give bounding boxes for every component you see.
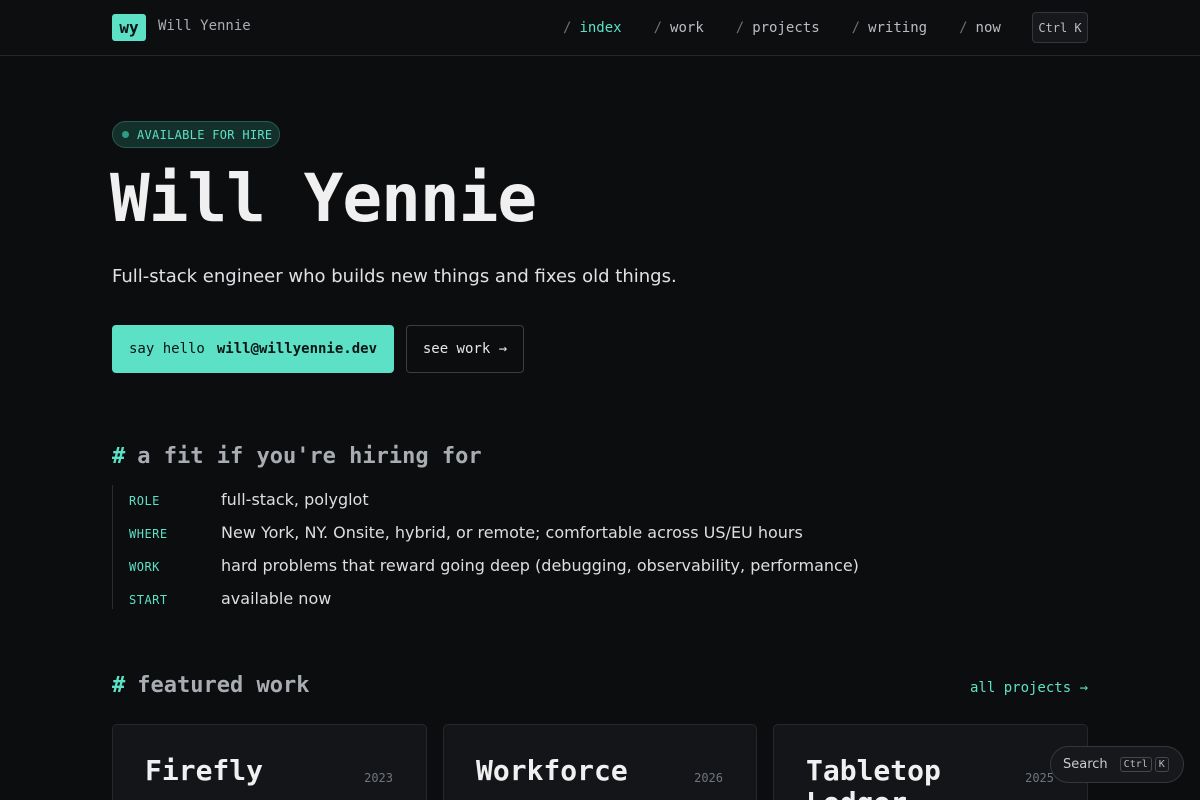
nav-item-label: work (670, 20, 704, 36)
fit-row-where: WHERE New York, NY. Onsite, hybrid, or r… (113, 521, 873, 543)
shortcut-key-ctrl: Ctrl (1119, 757, 1152, 772)
fit-key: WORK (129, 560, 160, 574)
fit-row-work: WORK hard problems that reward going dee… (113, 554, 873, 576)
nav-item-writing[interactable]: / writing (852, 20, 927, 36)
fit-row-role: ROLE full-stack, polyglot (113, 488, 873, 510)
hash-mark: # (112, 444, 126, 469)
site-header: wy Will Yennie / index / work / projects / w… (0, 0, 1200, 56)
nav-separator: / (563, 20, 572, 36)
fit-heading-label: a fit if you're hiring for (137, 444, 482, 469)
say-hello-label: say hello (129, 341, 205, 357)
availability-badge-label: AVAILABLE FOR HIRE (137, 127, 273, 142)
nav-item-label: writing (868, 20, 928, 36)
nav-item-now[interactable]: / now (959, 20, 1001, 36)
featured-heading-label: featured work (137, 673, 310, 698)
project-card-year: 2023 (364, 771, 393, 785)
availability-badge: AVAILABLE FOR HIRE (112, 121, 280, 148)
project-card-year: 2025 (1025, 771, 1054, 785)
hash-mark: # (112, 673, 126, 698)
fit-value: hard problems that reward going deep (de… (221, 556, 859, 575)
nav-item-index[interactable]: / index (563, 20, 622, 36)
fit-list: ROLE full-stack, polyglot WHERE New York… (112, 485, 872, 609)
project-card-firefly[interactable]: Firefly 2023 (112, 724, 427, 800)
project-card-title: Firefly (145, 754, 264, 787)
logo[interactable]: wy (112, 14, 146, 41)
nav-item-label: now (975, 20, 1001, 36)
project-card-title: Tabletop Ledger (806, 754, 941, 800)
fit-heading: # a fit if you're hiring for (112, 444, 482, 469)
search-button[interactable]: Search Ctrl K (1050, 746, 1184, 783)
main-nav: / index / work / projects / writing / now (563, 20, 1033, 36)
project-card-workforce[interactable]: Workforce 2026 (443, 724, 757, 800)
fit-value: New York, NY. Onsite, hybrid, or remote;… (221, 523, 803, 542)
status-dot-icon (122, 131, 129, 138)
fit-value: available now (221, 589, 332, 608)
tagline: Full-stack engineer who builds new thing… (112, 266, 677, 287)
see-work-button[interactable]: see work → (406, 325, 524, 373)
site-name[interactable]: Will Yennie (158, 18, 251, 34)
all-projects-link[interactable]: all projects → (970, 680, 1088, 696)
fit-key: WHERE (129, 527, 168, 541)
project-card-tabletop-ledger[interactable]: Tabletop Ledger 2025 (773, 724, 1088, 800)
featured-heading: # featured work (112, 673, 309, 698)
say-hello-button[interactable]: say hello will@willyennie.dev (112, 325, 394, 373)
fit-key: ROLE (129, 494, 160, 508)
command-palette-button[interactable]: Ctrl K (1032, 12, 1088, 43)
nav-item-label: index (579, 20, 622, 36)
project-card-title: Workforce (476, 754, 628, 787)
page-title: Will Yennie (110, 160, 537, 237)
nav-separator: / (851, 20, 861, 36)
nav-separator: / (653, 20, 663, 36)
project-card-year: 2026 (694, 771, 723, 785)
search-label: Search (1063, 757, 1108, 772)
shortcut-key-k: K (1154, 757, 1169, 772)
fit-row-start: START available now (113, 587, 873, 609)
nav-item-label: projects (752, 20, 820, 36)
fit-key: START (129, 593, 168, 607)
nav-separator: / (959, 20, 968, 36)
nav-item-work[interactable]: / work (654, 20, 704, 36)
email-address: will@willyennie.dev (216, 341, 378, 357)
nav-item-projects[interactable]: / projects (736, 20, 820, 36)
nav-separator: / (735, 20, 745, 36)
fit-value: full-stack, polyglot (221, 490, 369, 509)
